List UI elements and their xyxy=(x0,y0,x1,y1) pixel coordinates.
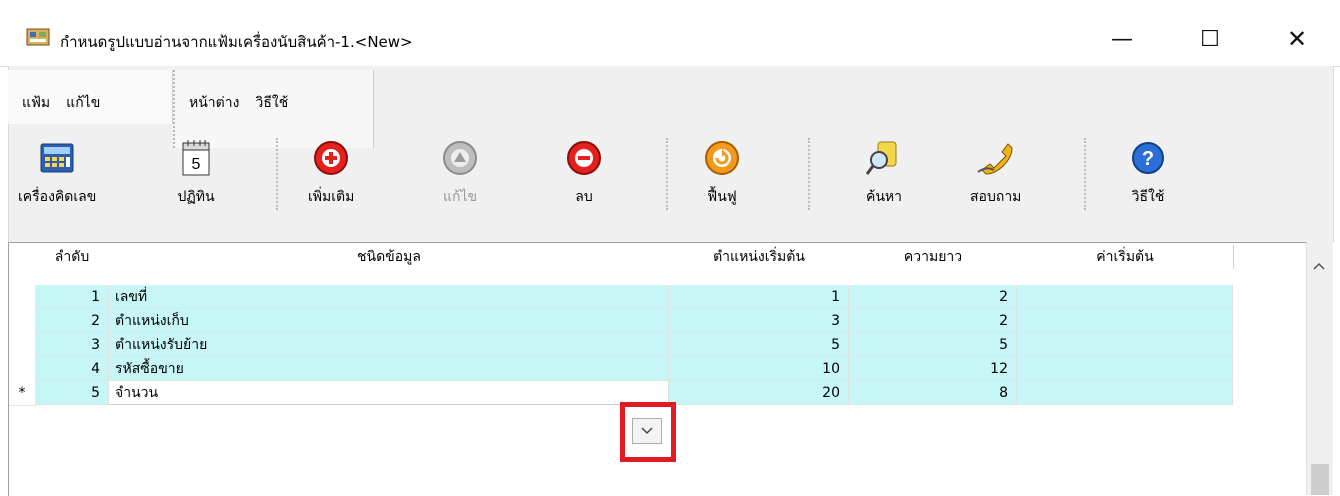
cell-length[interactable]: 12 xyxy=(849,357,1017,381)
title-bar: กำหนดรูปแบบอ่านจากแฟ้มเครื่องนับสินค้า-1… xyxy=(0,0,1340,67)
edit-icon xyxy=(443,141,477,175)
cell-no[interactable]: 5 xyxy=(35,381,109,405)
toolbar-separator xyxy=(808,138,810,210)
cell-no[interactable]: 4 xyxy=(35,357,109,381)
delete-icon xyxy=(567,141,601,175)
edit-label: แก้ไข xyxy=(442,189,478,205)
phone-icon xyxy=(977,143,1013,175)
add-label: เพิ่มเติม xyxy=(308,189,355,205)
menu-edit[interactable]: แก้ไข xyxy=(66,92,100,114)
cell-start[interactable]: 20 xyxy=(669,381,849,405)
restore-label: ฟื้นฟู xyxy=(707,189,737,205)
app-icon xyxy=(26,28,50,46)
minimize-button[interactable]: — xyxy=(1105,26,1139,52)
add-button[interactable]: เพิ่มเติม xyxy=(308,138,354,208)
menu-group-1: แฟ้ม แก้ไข xyxy=(8,70,173,124)
cell-type[interactable]: เลขที่ xyxy=(109,285,669,309)
edit-button[interactable]: แก้ไข xyxy=(440,138,480,208)
cell-default[interactable] xyxy=(1017,333,1233,357)
toolbar: เครื่องคิดเลข 5 ปฏิทิน เพิ่มเติม แก้ไข ล… xyxy=(8,130,1332,230)
row-selector[interactable] xyxy=(9,333,36,358)
calculator-icon xyxy=(40,143,74,173)
cell-no[interactable]: 2 xyxy=(35,309,109,333)
inquiry-label: สอบถาม xyxy=(970,189,1022,205)
calendar-button[interactable]: 5 ปฏิทิน xyxy=(176,138,216,208)
cell-default[interactable] xyxy=(1017,381,1233,405)
search-button[interactable]: ค้นหา xyxy=(864,138,904,208)
calendar-day: 5 xyxy=(192,156,201,173)
row-selector[interactable] xyxy=(9,357,36,382)
help-button[interactable]: ? วิธีใช้ xyxy=(1128,138,1168,208)
cell-default[interactable] xyxy=(1017,285,1233,309)
cell-start[interactable]: 5 xyxy=(669,333,849,357)
row-selector[interactable] xyxy=(9,285,36,310)
cell-type-editor[interactable]: จำนวน xyxy=(109,381,669,405)
delete-button[interactable]: ลบ xyxy=(564,138,604,208)
svg-text:?: ? xyxy=(1142,148,1154,170)
search-icon xyxy=(866,141,897,175)
close-button[interactable]: ✕ xyxy=(1280,25,1314,53)
row-header-corner xyxy=(9,245,36,269)
cell-start[interactable]: 3 xyxy=(669,309,849,333)
cell-no[interactable]: 3 xyxy=(35,333,109,357)
delete-label: ลบ xyxy=(575,189,593,205)
restore-icon xyxy=(705,141,739,175)
highlight-box xyxy=(620,402,676,462)
cell-length[interactable]: 8 xyxy=(849,381,1017,405)
search-label: ค้นหา xyxy=(865,189,903,205)
restore-button[interactable]: ฟื้นฟู xyxy=(702,138,742,208)
cell-type[interactable]: ตำแหน่งรับย้าย xyxy=(109,333,669,357)
toolbar-separator xyxy=(666,138,668,210)
inquiry-button[interactable]: สอบถาม xyxy=(970,138,1021,208)
cell-default[interactable] xyxy=(1017,309,1233,333)
toolbar-separator xyxy=(1084,138,1086,210)
calculator-label: เครื่องคิดเลข xyxy=(18,189,97,205)
column-header-start[interactable]: ตำแหน่งเริ่มต้น xyxy=(669,245,850,269)
vertical-scrollbar[interactable] xyxy=(1306,242,1333,495)
menu-help[interactable]: วิธีใช้ xyxy=(255,92,288,114)
chevron-up-icon xyxy=(1313,262,1325,270)
column-header-length[interactable]: ความยาว xyxy=(849,245,1018,269)
cell-length[interactable]: 2 xyxy=(849,309,1017,333)
cell-no[interactable]: 1 xyxy=(35,285,109,309)
maximize-button[interactable]: ☐ xyxy=(1193,26,1227,52)
calculator-button[interactable]: เครื่องคิดเลข xyxy=(18,138,96,208)
help-icon: ? xyxy=(1132,142,1164,174)
calendar-icon: 5 xyxy=(182,140,210,176)
calendar-label: ปฏิทิน xyxy=(177,189,215,205)
cell-length[interactable]: 2 xyxy=(849,285,1017,309)
cell-type[interactable]: รหัสซื้อขาย xyxy=(109,357,669,381)
add-icon xyxy=(314,141,349,175)
help-label: วิธีใช้ xyxy=(1131,189,1165,205)
column-header-no[interactable]: ลำดับ xyxy=(35,245,110,269)
cell-length[interactable]: 5 xyxy=(849,333,1017,357)
row-selector[interactable] xyxy=(9,309,36,334)
scroll-up-arrow[interactable] xyxy=(1313,258,1325,274)
cell-start[interactable]: 10 xyxy=(669,357,849,381)
cell-default[interactable] xyxy=(1017,357,1233,381)
cell-type[interactable]: ตำแหน่งเก็บ xyxy=(109,309,669,333)
menu-bar: แฟ้ม แก้ไข หน้าต่าง วิธีใช้ xyxy=(8,70,374,148)
scroll-thumb[interactable] xyxy=(1311,464,1329,495)
new-row-marker[interactable]: * xyxy=(9,381,36,406)
menu-file[interactable]: แฟ้ม xyxy=(22,92,50,114)
column-header-type[interactable]: ชนิดข้อมูล xyxy=(109,245,670,269)
cell-start[interactable]: 1 xyxy=(669,285,849,309)
menu-window[interactable]: หน้าต่าง xyxy=(189,92,239,114)
column-header-default[interactable]: ค่าเริ่มต้น xyxy=(1017,245,1234,269)
window-title: กำหนดรูปแบบอ่านจากแฟ้มเครื่องนับสินค้า-1… xyxy=(60,33,413,51)
toolbar-separator xyxy=(276,138,278,210)
